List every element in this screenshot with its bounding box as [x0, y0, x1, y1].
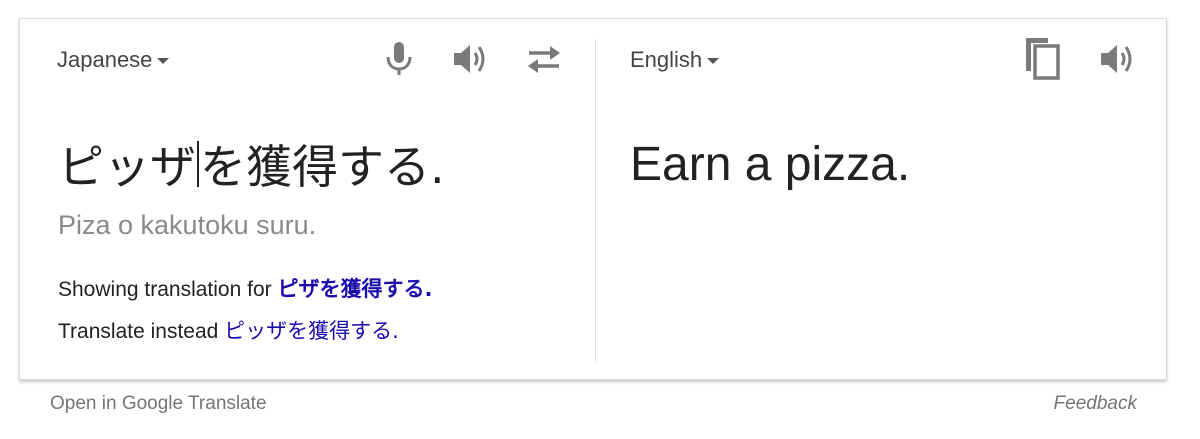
target-language-label: English — [630, 47, 703, 72]
source-romanization: Piza o kakutoku suru. — [58, 210, 317, 240]
translation-output: Earn a pizza. — [630, 138, 911, 191]
source-text-part1: ピッザ — [58, 140, 196, 194]
feedback-link[interactable]: Feedback — [1054, 393, 1137, 415]
source-language-label: Japanese — [57, 47, 153, 72]
speaker-icon[interactable] — [451, 40, 491, 78]
corrected-text-link[interactable]: ピザを獲得する. — [277, 277, 432, 301]
chevron-down-icon — [707, 58, 720, 64]
source-text-part2: を獲得する. — [200, 140, 445, 194]
open-in-google-translate-link[interactable]: Open in Google Translate — [50, 393, 267, 415]
translate-card: Japanese ピッザ を獲得する. Piza o kakutoku suru… — [19, 18, 1167, 380]
source-text-input[interactable]: ピッザ を獲得する. — [58, 131, 445, 197]
translate-instead-line: Translate instead ピッザを獲得する. — [58, 315, 399, 345]
microphone-icon[interactable] — [383, 40, 415, 78]
original-text-link[interactable]: ピッザを獲得する. — [224, 319, 399, 343]
target-language-select[interactable]: English — [630, 47, 720, 73]
showing-translation-prefix: Showing translation for — [58, 278, 272, 301]
translate-instead-prefix: Translate instead — [58, 320, 219, 343]
chevron-down-icon — [157, 58, 170, 64]
source-language-select[interactable]: Japanese — [57, 47, 170, 73]
speaker-icon[interactable] — [1098, 40, 1138, 78]
swap-languages-icon[interactable] — [524, 41, 564, 77]
panel-divider — [595, 39, 596, 363]
text-cursor — [197, 141, 199, 187]
copy-icon[interactable] — [1022, 35, 1062, 81]
showing-translation-line: Showing translation for ピザを獲得する. — [58, 273, 432, 303]
